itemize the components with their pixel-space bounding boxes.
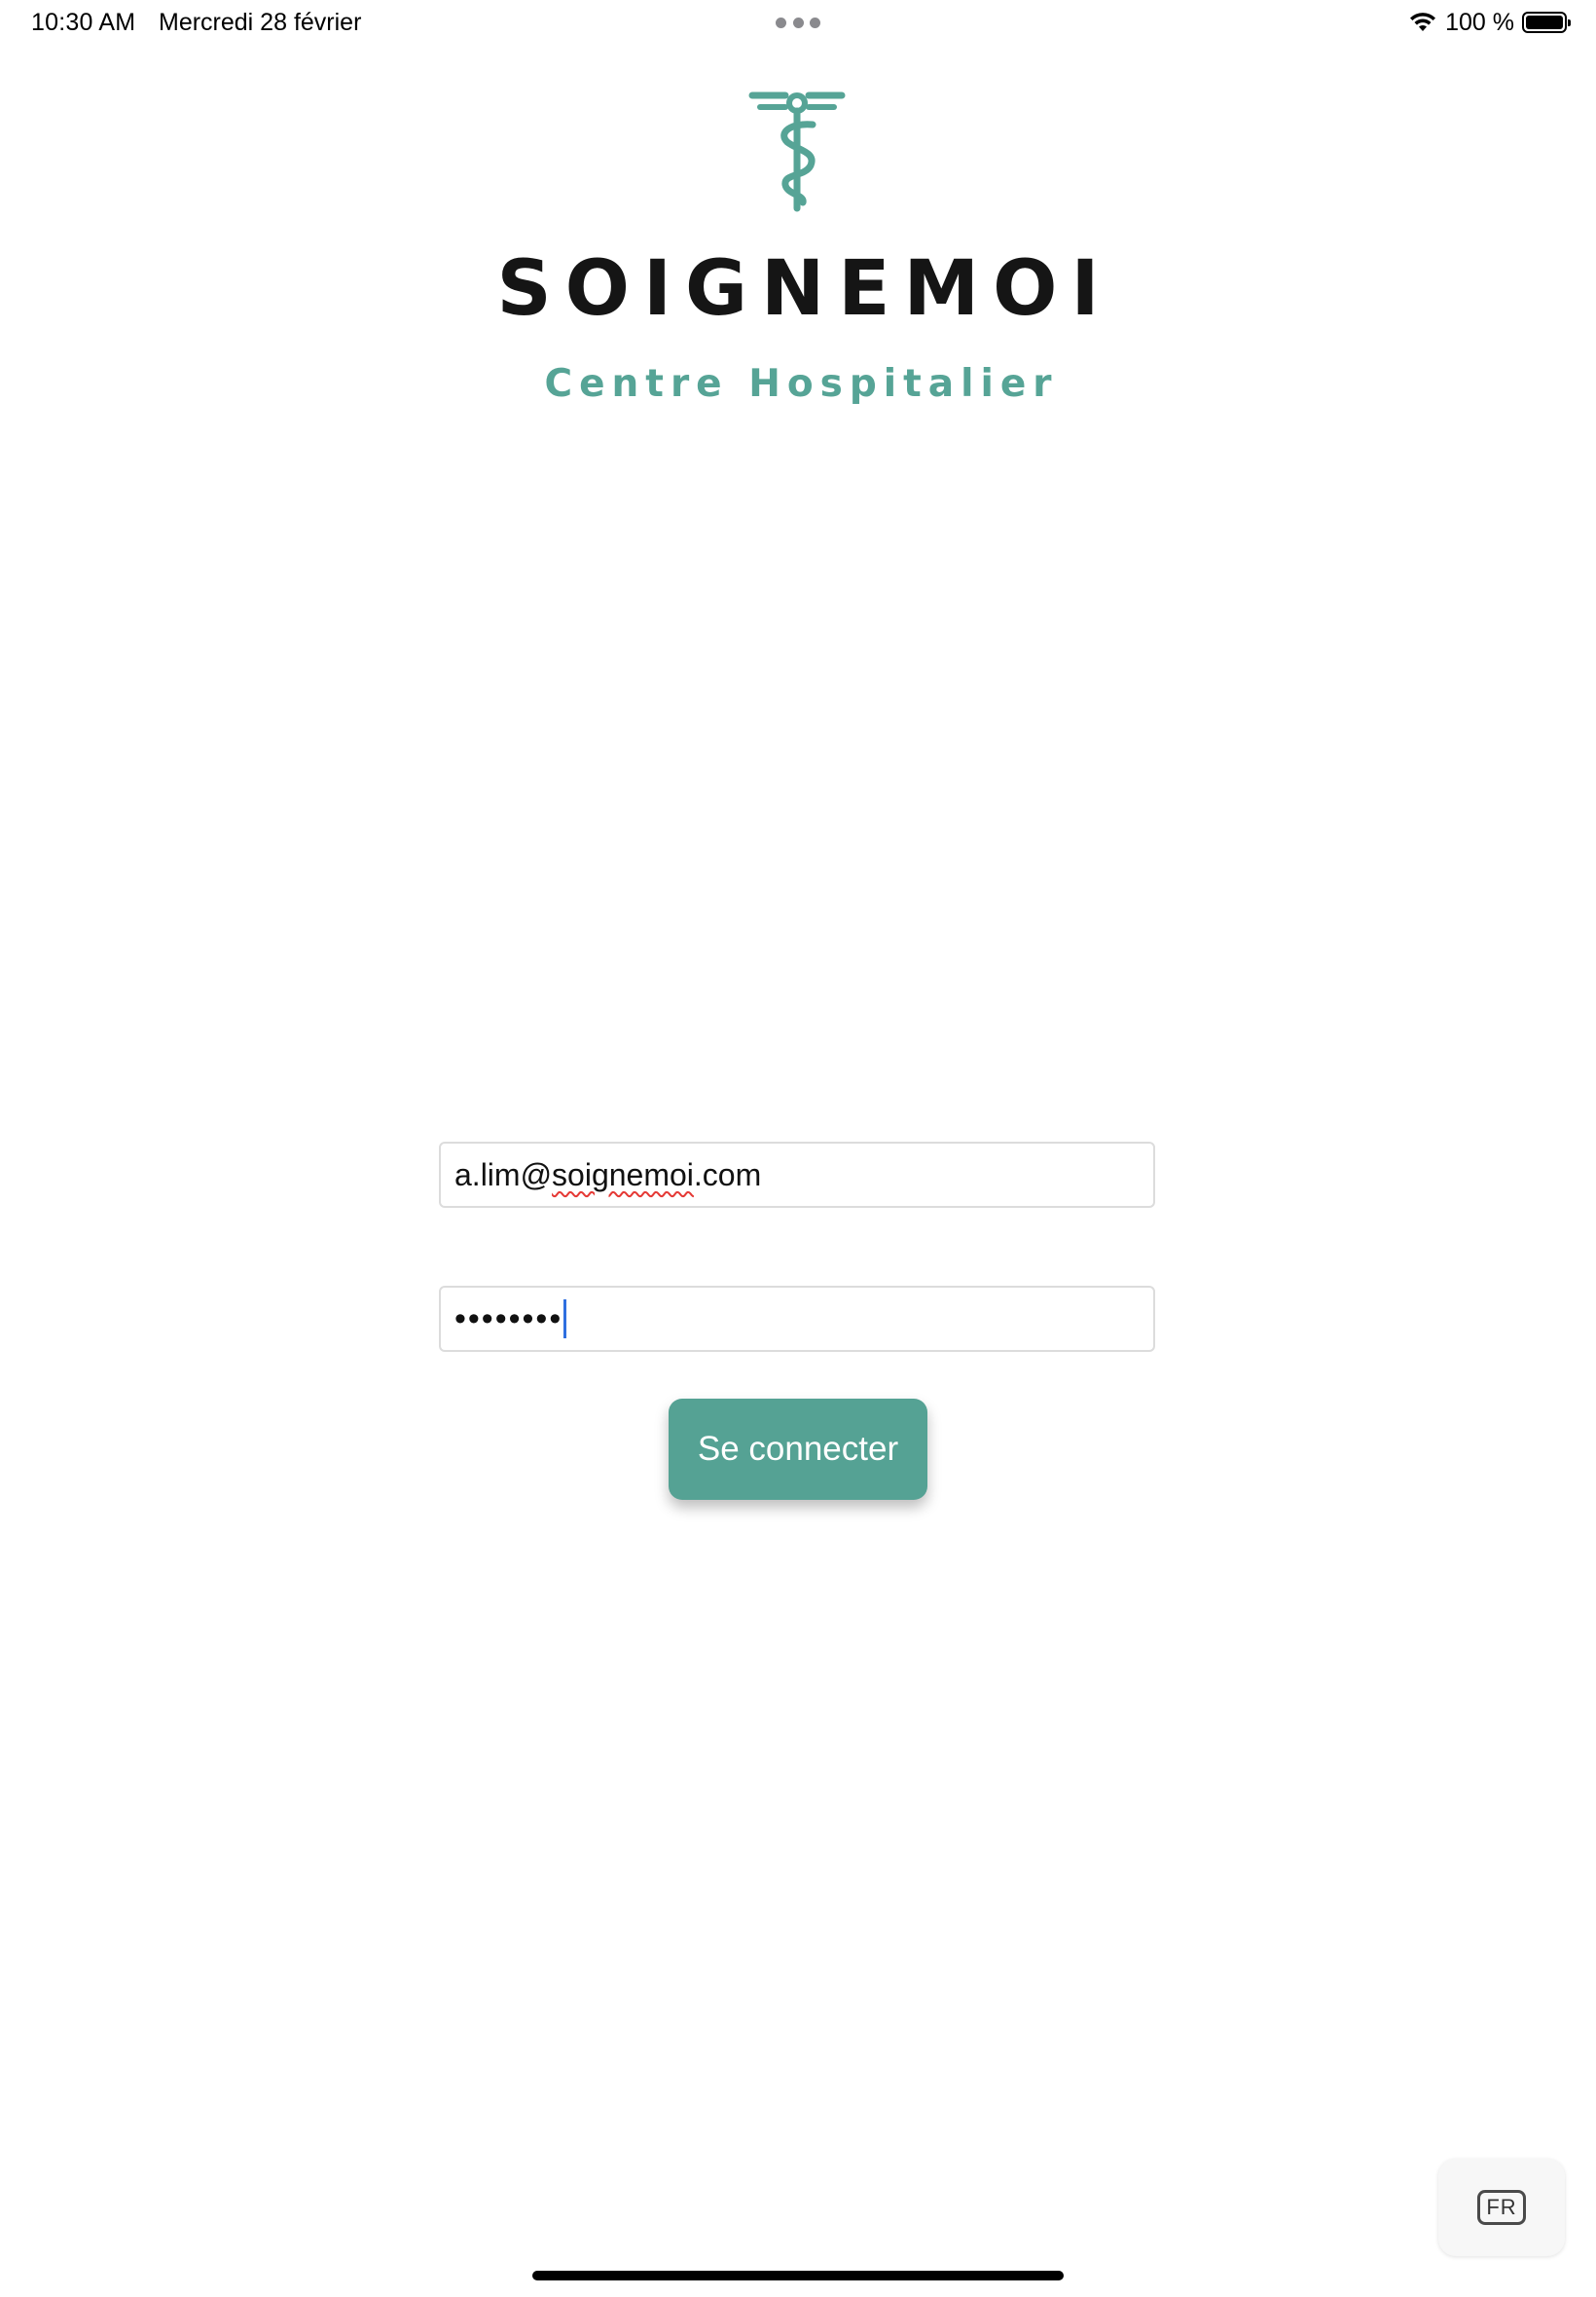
- email-field[interactable]: a.lim@ soignemoi .com: [439, 1142, 1155, 1208]
- battery-percent: 100 %: [1445, 8, 1514, 36]
- brand-name: SOIGNEMOI: [496, 245, 1113, 333]
- multitasking-dots-icon[interactable]: [776, 17, 820, 28]
- login-button[interactable]: Se connecter: [669, 1399, 927, 1500]
- wifi-icon: [1410, 13, 1436, 31]
- email-prefix: a.lim@: [454, 1156, 553, 1192]
- home-indicator[interactable]: [532, 2271, 1064, 2280]
- text-caret: [563, 1299, 567, 1338]
- password-value: ••••••••: [454, 1288, 567, 1350]
- keyboard-language-button[interactable]: FR: [1438, 2159, 1565, 2256]
- password-field[interactable]: ••••••••: [439, 1286, 1155, 1352]
- language-badge: FR: [1477, 2190, 1526, 2225]
- status-time: 10:30 AM: [31, 9, 136, 36]
- battery-icon: [1522, 12, 1571, 33]
- email-suffix: .com: [693, 1156, 762, 1192]
- brand-subtitle: Centre Hospitalier: [544, 362, 1059, 406]
- status-date: Mercredi 28 février: [159, 9, 362, 36]
- email-value: a.lim@ soignemoi .com: [454, 1144, 761, 1206]
- password-dots: ••••••••: [454, 1299, 563, 1337]
- status-bar: 10:30 AM Mercredi 28 février 100 %: [0, 0, 1596, 47]
- caduceus-icon: [748, 91, 846, 212]
- spellcheck-word: soignemoi: [552, 1156, 694, 1192]
- login-screen: 10:30 AM Mercredi 28 février 100 % SOIGN…: [0, 0, 1596, 2297]
- status-right: 100 %: [1408, 8, 1571, 37]
